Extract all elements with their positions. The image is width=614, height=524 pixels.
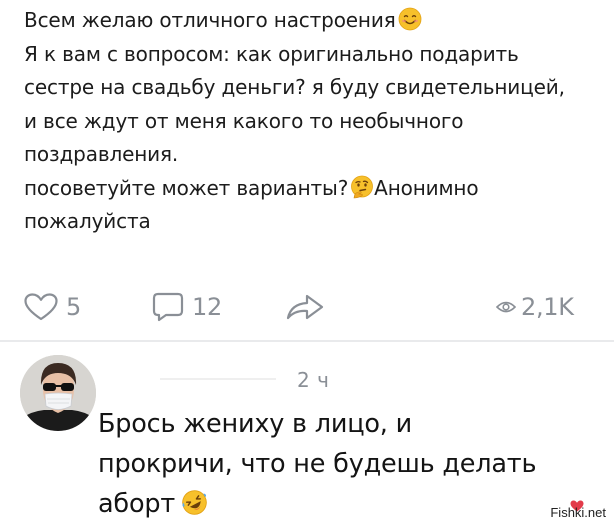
post-line: поздравления. <box>24 142 179 166</box>
post-line: пожалуйста <box>24 209 151 233</box>
avatar[interactable] <box>20 355 96 431</box>
comment-time: 2 ч <box>297 368 330 392</box>
eye-icon <box>496 300 516 314</box>
share-arrow-icon <box>285 292 325 322</box>
post-line: сестре на свадьбу деньги? я буду свидете… <box>24 75 565 99</box>
comment-line: прокричи, что не будешь делать <box>98 449 537 479</box>
like-button[interactable]: 5 <box>24 292 81 322</box>
rolling-laughing-face-icon <box>181 489 208 516</box>
post-line: Я к вам с вопросом: как оригинально пода… <box>24 41 519 66</box>
post-line-text: Анонимно <box>374 175 479 200</box>
watermark: Fishki.net <box>550 505 606 520</box>
thinking-face-icon <box>350 175 374 199</box>
author-name-hidden[interactable] <box>160 378 276 380</box>
post-line-text: посоветуйте может варианты? <box>24 175 349 200</box>
comment-count: 12 <box>192 293 222 321</box>
divider <box>0 340 614 342</box>
post-line: и все ждут от меня какого то необычного <box>24 108 464 133</box>
comment-line: аборт <box>98 484 598 524</box>
heart-outline-icon <box>24 293 58 321</box>
comment-text: Брось жениху в лицо, и прокричи, что не … <box>98 404 598 524</box>
post-line-text: Всем желаю отличного настроения <box>24 8 396 32</box>
post-text: Всем желаю отличного настроения Я к вам … <box>24 4 594 239</box>
smiling-face-icon <box>398 7 422 31</box>
like-count: 5 <box>66 293 81 321</box>
post-line: посоветуйте может варианты? Анонимно <box>24 172 594 206</box>
comment-line: Брось жениху в лицо, и <box>98 409 412 439</box>
share-button[interactable] <box>285 292 325 322</box>
views-count: 2,1K <box>521 293 574 321</box>
comment-button[interactable]: 12 <box>152 292 222 322</box>
comment-line-text: аборт <box>98 489 175 519</box>
comment-bubble-icon <box>152 292 184 322</box>
views-counter: 2,1K <box>496 292 574 322</box>
post-line: Всем желаю отличного настроения <box>24 4 594 38</box>
